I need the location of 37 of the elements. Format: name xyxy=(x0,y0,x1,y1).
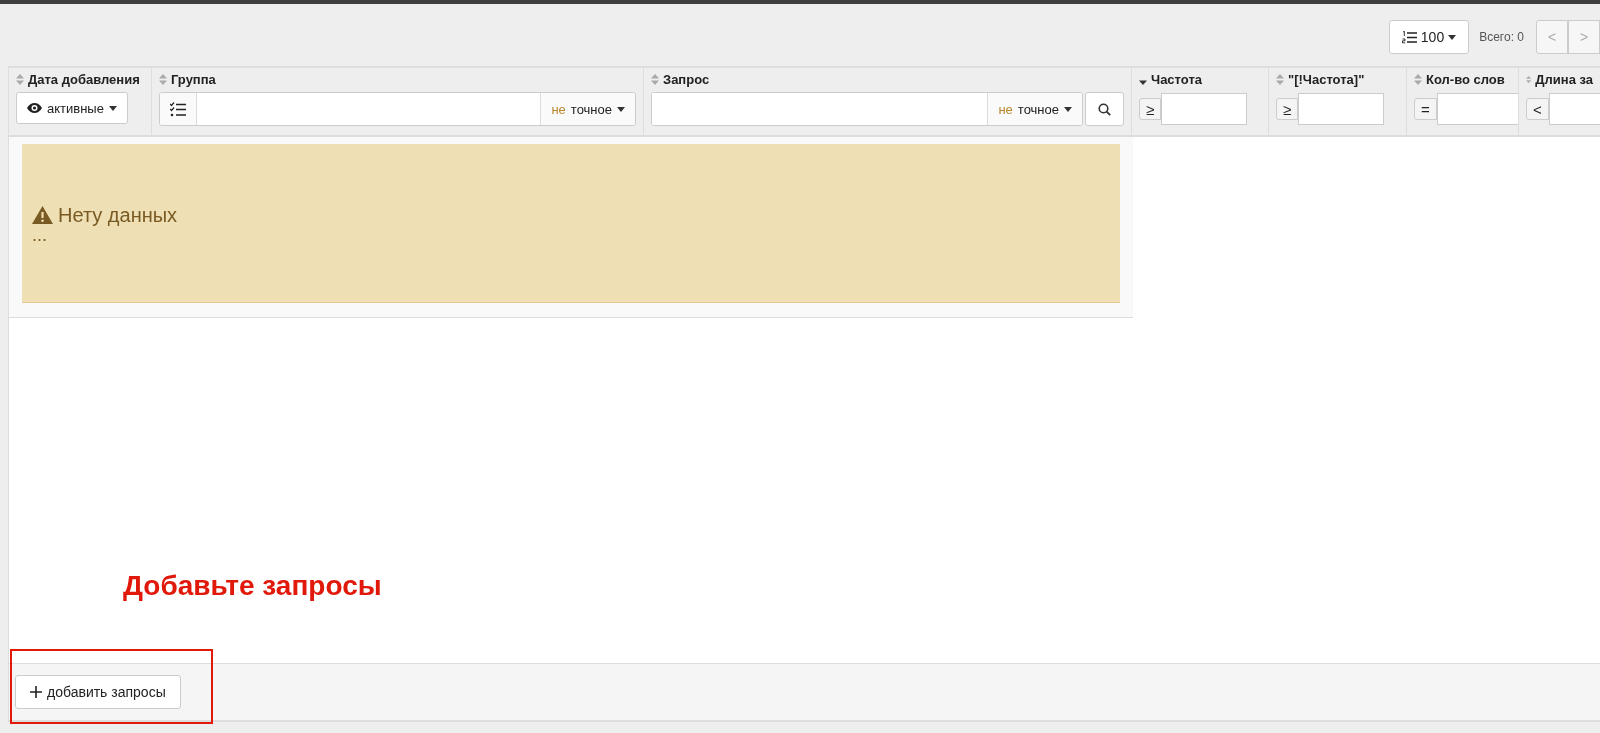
total-count: Всего: 0 xyxy=(1479,30,1524,44)
caret-icon xyxy=(1448,34,1457,40)
group-picker-button[interactable] xyxy=(160,93,197,125)
caret-icon xyxy=(108,105,117,111)
number-input-field[interactable] xyxy=(1161,93,1248,125)
status-filter-dropdown[interactable]: активные xyxy=(16,92,128,124)
column-header[interactable]: Группа xyxy=(171,72,216,87)
eye-icon xyxy=(27,103,42,113)
annotation-text: Добавьте запросы xyxy=(123,570,382,602)
operator-button[interactable]: = xyxy=(1414,98,1437,120)
checklist-icon xyxy=(170,101,186,117)
search-icon xyxy=(1098,102,1111,116)
plus-icon xyxy=(30,686,42,698)
group-filter-field[interactable]: не точное xyxy=(159,92,636,126)
search-button[interactable] xyxy=(1085,92,1124,126)
column-header[interactable]: Частота xyxy=(1151,72,1202,87)
number-input-field[interactable] xyxy=(1436,93,1518,125)
warning-icon xyxy=(32,206,53,224)
operator-button[interactable]: < xyxy=(1526,98,1549,120)
column-header[interactable]: Дата добавления xyxy=(28,72,140,87)
add-queries-button[interactable]: добавить запросы xyxy=(15,675,181,709)
query-filter-field[interactable]: не точное xyxy=(651,92,1083,126)
caret-icon xyxy=(617,106,625,112)
operator-button[interactable]: ≥ xyxy=(1276,98,1299,120)
number-input-field[interactable] xyxy=(1298,93,1385,125)
empty-message: Нету данных xyxy=(58,203,178,227)
column-header[interactable]: Кол-во слов xyxy=(1426,72,1505,87)
match-mode-dropdown[interactable]: не точное xyxy=(987,93,1082,125)
column-header[interactable]: Запрос xyxy=(663,72,710,87)
empty-detail: ... xyxy=(32,224,47,245)
column-header[interactable]: "[!Частота]" xyxy=(1288,72,1365,87)
match-mode-dropdown[interactable]: не точное xyxy=(540,93,635,125)
page-size-button[interactable]: 100 xyxy=(1388,20,1470,54)
numbered-list-icon xyxy=(1401,30,1417,44)
operator-button[interactable]: ≥ xyxy=(1139,98,1162,120)
column-header[interactable]: Длина за xyxy=(1535,72,1593,87)
caret-icon xyxy=(1064,106,1072,112)
